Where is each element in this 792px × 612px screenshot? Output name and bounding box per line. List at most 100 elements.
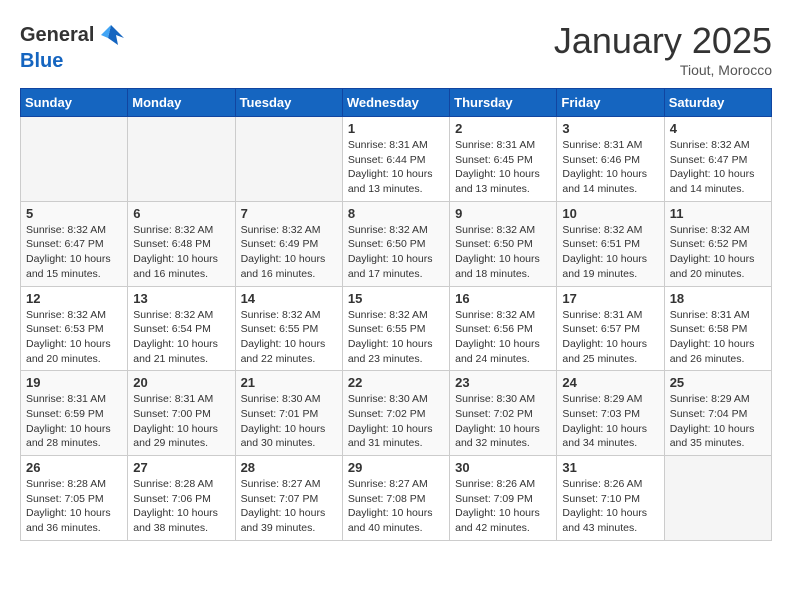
day-info: Sunrise: 8:29 AM Sunset: 7:03 PM Dayligh…	[562, 392, 658, 451]
calendar-cell	[21, 117, 128, 202]
calendar-cell: 3 Sunrise: 8:31 AM Sunset: 6:46 PM Daylig…	[557, 117, 664, 202]
logo: General Blue	[20, 20, 126, 73]
day-number: 7	[241, 206, 337, 221]
day-number: 15	[348, 291, 444, 306]
calendar-header-row: SundayMondayTuesdayWednesdayThursdayFrid…	[21, 89, 772, 117]
day-info: Sunrise: 8:26 AM Sunset: 7:10 PM Dayligh…	[562, 477, 658, 536]
month-title: January 2025	[554, 20, 772, 62]
day-number: 29	[348, 460, 444, 475]
calendar-cell: 1 Sunrise: 8:31 AM Sunset: 6:44 PM Daylig…	[342, 117, 449, 202]
day-info: Sunrise: 8:32 AM Sunset: 6:55 PM Dayligh…	[348, 308, 444, 367]
weekday-header: Thursday	[450, 89, 557, 117]
day-info: Sunrise: 8:32 AM Sunset: 6:48 PM Dayligh…	[133, 223, 229, 282]
day-info: Sunrise: 8:30 AM Sunset: 7:02 PM Dayligh…	[348, 392, 444, 451]
calendar-cell: 4Sunrise: 8:32 AM Sunset: 6:47 PM Daylig…	[664, 117, 771, 202]
day-number: 22	[348, 375, 444, 390]
calendar-cell: 11Sunrise: 8:32 AM Sunset: 6:52 PM Dayli…	[664, 201, 771, 286]
day-number: 6	[133, 206, 229, 221]
day-number: 19	[26, 375, 122, 390]
page-header: General Blue January 2025 Tiout, Morocco	[20, 20, 772, 78]
calendar-cell: 30 Sunrise: 8:26 AM Sunset: 7:09 PM Dayli…	[450, 456, 557, 541]
day-info: Sunrise: 8:31 AM Sunset: 6:46 PM Dayligh…	[562, 138, 658, 197]
day-number: 27	[133, 460, 229, 475]
calendar-week-row: 1 Sunrise: 8:31 AM Sunset: 6:44 PM Daylig…	[21, 117, 772, 202]
day-number: 10	[562, 206, 658, 221]
day-number: 17	[562, 291, 658, 306]
day-number: 18	[670, 291, 766, 306]
day-info: Sunrise: 8:32 AM Sunset: 6:52 PM Dayligh…	[670, 223, 766, 282]
calendar-week-row: 12 Sunrise: 8:32 AM Sunset: 6:53 PM Dayli…	[21, 286, 772, 371]
calendar-cell	[664, 456, 771, 541]
calendar-week-row: 5 Sunrise: 8:32 AM Sunset: 6:47 PM Daylig…	[21, 201, 772, 286]
weekday-header: Saturday	[664, 89, 771, 117]
weekday-header: Tuesday	[235, 89, 342, 117]
calendar-cell: 5 Sunrise: 8:32 AM Sunset: 6:47 PM Daylig…	[21, 201, 128, 286]
day-info: Sunrise: 8:32 AM Sunset: 6:50 PM Dayligh…	[348, 223, 444, 282]
day-info: Sunrise: 8:32 AM Sunset: 6:47 PM Dayligh…	[26, 223, 122, 282]
day-info: Sunrise: 8:31 AM Sunset: 6:57 PM Dayligh…	[562, 308, 658, 367]
calendar-cell	[235, 117, 342, 202]
calendar-cell: 23 Sunrise: 8:30 AM Sunset: 7:02 PM Dayli…	[450, 371, 557, 456]
calendar-cell	[128, 117, 235, 202]
calendar-cell: 26Sunrise: 8:28 AM Sunset: 7:05 PM Dayli…	[21, 456, 128, 541]
calendar-cell: 16Sunrise: 8:32 AM Sunset: 6:56 PM Dayli…	[450, 286, 557, 371]
day-info: Sunrise: 8:27 AM Sunset: 7:07 PM Dayligh…	[241, 477, 337, 536]
weekday-header: Friday	[557, 89, 664, 117]
day-number: 2	[455, 121, 551, 136]
calendar-cell: 21 Sunrise: 8:30 AM Sunset: 7:01 PM Dayli…	[235, 371, 342, 456]
calendar-cell: 20 Sunrise: 8:31 AM Sunset: 7:00 PM Dayli…	[128, 371, 235, 456]
day-info: Sunrise: 8:32 AM Sunset: 6:47 PM Dayligh…	[670, 138, 766, 197]
day-info: Sunrise: 8:32 AM Sunset: 6:51 PM Dayligh…	[562, 223, 658, 282]
day-info: Sunrise: 8:31 AM Sunset: 6:45 PM Dayligh…	[455, 138, 551, 197]
calendar-cell: 31Sunrise: 8:26 AM Sunset: 7:10 PM Dayli…	[557, 456, 664, 541]
calendar-cell: 28 Sunrise: 8:27 AM Sunset: 7:07 PM Dayli…	[235, 456, 342, 541]
calendar-table: SundayMondayTuesdayWednesdayThursdayFrid…	[20, 88, 772, 541]
calendar-cell: 7 Sunrise: 8:32 AM Sunset: 6:49 PM Daylig…	[235, 201, 342, 286]
calendar-week-row: 19Sunrise: 8:31 AM Sunset: 6:59 PM Dayli…	[21, 371, 772, 456]
weekday-header: Monday	[128, 89, 235, 117]
day-number: 3	[562, 121, 658, 136]
day-info: Sunrise: 8:30 AM Sunset: 7:02 PM Dayligh…	[455, 392, 551, 451]
day-number: 12	[26, 291, 122, 306]
day-number: 20	[133, 375, 229, 390]
day-info: Sunrise: 8:31 AM Sunset: 6:44 PM Dayligh…	[348, 138, 444, 197]
weekday-header: Wednesday	[342, 89, 449, 117]
day-info: Sunrise: 8:28 AM Sunset: 7:06 PM Dayligh…	[133, 477, 229, 536]
day-info: Sunrise: 8:31 AM Sunset: 7:00 PM Dayligh…	[133, 392, 229, 451]
calendar-week-row: 26Sunrise: 8:28 AM Sunset: 7:05 PM Dayli…	[21, 456, 772, 541]
calendar-cell: 13 Sunrise: 8:32 AM Sunset: 6:54 PM Dayli…	[128, 286, 235, 371]
calendar-cell: 25Sunrise: 8:29 AM Sunset: 7:04 PM Dayli…	[664, 371, 771, 456]
calendar-cell: 24 Sunrise: 8:29 AM Sunset: 7:03 PM Dayli…	[557, 371, 664, 456]
calendar-cell: 8Sunrise: 8:32 AM Sunset: 6:50 PM Daylig…	[342, 201, 449, 286]
day-number: 30	[455, 460, 551, 475]
day-info: Sunrise: 8:32 AM Sunset: 6:53 PM Dayligh…	[26, 308, 122, 367]
day-info: Sunrise: 8:32 AM Sunset: 6:55 PM Dayligh…	[241, 308, 337, 367]
day-number: 24	[562, 375, 658, 390]
day-number: 13	[133, 291, 229, 306]
calendar-cell: 19Sunrise: 8:31 AM Sunset: 6:59 PM Dayli…	[21, 371, 128, 456]
day-number: 1	[348, 121, 444, 136]
calendar-cell: 17 Sunrise: 8:31 AM Sunset: 6:57 PM Dayli…	[557, 286, 664, 371]
day-number: 25	[670, 375, 766, 390]
day-info: Sunrise: 8:31 AM Sunset: 6:58 PM Dayligh…	[670, 308, 766, 367]
location: Tiout, Morocco	[554, 62, 772, 78]
calendar-cell: 15 Sunrise: 8:32 AM Sunset: 6:55 PM Dayli…	[342, 286, 449, 371]
day-info: Sunrise: 8:26 AM Sunset: 7:09 PM Dayligh…	[455, 477, 551, 536]
day-number: 26	[26, 460, 122, 475]
calendar-cell: 10 Sunrise: 8:32 AM Sunset: 6:51 PM Dayli…	[557, 201, 664, 286]
calendar-cell: 27 Sunrise: 8:28 AM Sunset: 7:06 PM Dayli…	[128, 456, 235, 541]
day-info: Sunrise: 8:32 AM Sunset: 6:49 PM Dayligh…	[241, 223, 337, 282]
calendar-cell: 22 Sunrise: 8:30 AM Sunset: 7:02 PM Dayli…	[342, 371, 449, 456]
day-info: Sunrise: 8:32 AM Sunset: 6:54 PM Dayligh…	[133, 308, 229, 367]
logo-general: General	[20, 24, 94, 47]
calendar-cell: 14Sunrise: 8:32 AM Sunset: 6:55 PM Dayli…	[235, 286, 342, 371]
day-number: 23	[455, 375, 551, 390]
day-number: 5	[26, 206, 122, 221]
day-number: 28	[241, 460, 337, 475]
calendar-cell: 18 Sunrise: 8:31 AM Sunset: 6:58 PM Dayli…	[664, 286, 771, 371]
day-info: Sunrise: 8:32 AM Sunset: 6:56 PM Dayligh…	[455, 308, 551, 367]
day-info: Sunrise: 8:30 AM Sunset: 7:01 PM Dayligh…	[241, 392, 337, 451]
calendar-cell: 2 Sunrise: 8:31 AM Sunset: 6:45 PM Daylig…	[450, 117, 557, 202]
calendar-cell: 9Sunrise: 8:32 AM Sunset: 6:50 PM Daylig…	[450, 201, 557, 286]
day-number: 21	[241, 375, 337, 390]
